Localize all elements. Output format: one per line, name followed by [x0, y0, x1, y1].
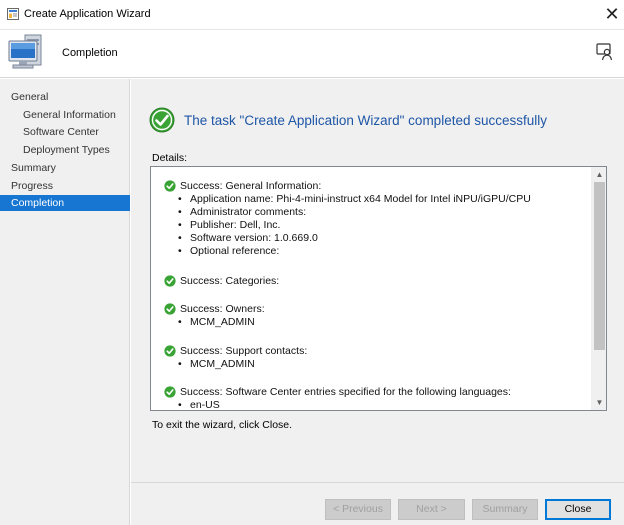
- wizard-app-icon: [7, 8, 19, 20]
- details-group: Success: Categories:: [164, 274, 584, 288]
- nav-item-deployment-types[interactable]: Deployment Types: [0, 142, 130, 158]
- title-bar: Create Application Wizard ✕: [0, 0, 624, 30]
- help-feedback-icon[interactable]: [596, 43, 614, 61]
- details-item: en-US: [178, 399, 584, 410]
- close-button[interactable]: Close: [545, 499, 611, 520]
- details-label: Details:: [152, 152, 188, 164]
- details-content: Success: General Information: Applicatio…: [151, 167, 591, 410]
- details-item: MCM_ADMIN: [178, 358, 584, 371]
- main-content: The task "Create Application Wizard" com…: [131, 79, 624, 482]
- wizard-footer: < Previous Next > Summary Close: [131, 482, 624, 525]
- details-item: MCM_ADMIN: [178, 316, 584, 329]
- previous-button[interactable]: < Previous: [325, 499, 391, 520]
- details-group-title: Success: Categories:: [180, 275, 280, 287]
- details-item: Software version: 1.0.669.0: [178, 232, 584, 245]
- nav-item-summary[interactable]: Summary: [0, 160, 130, 176]
- success-message: The task "Create Application Wizard" com…: [184, 113, 547, 128]
- page-title: Completion: [62, 47, 118, 59]
- details-item: Optional reference:: [178, 245, 584, 258]
- details-group-title: Success: General Information:: [180, 180, 322, 192]
- nav-item-progress[interactable]: Progress: [0, 178, 130, 194]
- details-item: Application name: Phi-4-mini-instruct x6…: [178, 193, 584, 206]
- details-item: Administrator comments:: [178, 206, 584, 219]
- nav-item-completion[interactable]: Completion: [0, 195, 130, 211]
- check-icon: [164, 275, 176, 287]
- summary-button[interactable]: Summary: [472, 499, 538, 520]
- wizard-navigation: General General Information Software Cen…: [0, 79, 130, 525]
- details-group: Success: Support contacts: MCM_ADMIN: [164, 344, 584, 371]
- details-group: Success: General Information: Applicatio…: [164, 179, 584, 258]
- scroll-down-arrow-icon[interactable]: ▼: [592, 395, 606, 410]
- computer-icon: [8, 34, 42, 69]
- details-textbox[interactable]: Success: General Information: Applicatio…: [150, 166, 607, 411]
- check-icon: [164, 345, 176, 357]
- scrollbar-thumb[interactable]: [594, 182, 605, 350]
- details-group-title: Success: Software Center entries specifi…: [180, 386, 511, 398]
- nav-item-general[interactable]: General: [0, 89, 130, 105]
- check-icon: [164, 386, 176, 398]
- window-title: Create Application Wizard: [24, 8, 151, 20]
- nav-item-software-center[interactable]: Software Center: [0, 124, 130, 140]
- check-icon: [164, 303, 176, 315]
- close-window-icon[interactable]: ✕: [600, 3, 624, 27]
- scroll-up-arrow-icon[interactable]: ▲: [592, 167, 606, 182]
- details-group-title: Success: Owners:: [180, 303, 265, 315]
- next-button[interactable]: Next >: [398, 499, 465, 520]
- exit-instructions: To exit the wizard, click Close.: [152, 419, 293, 431]
- details-group: Success: Owners: MCM_ADMIN: [164, 302, 584, 329]
- details-group: Success: Software Center entries specifi…: [164, 385, 584, 410]
- details-scrollbar[interactable]: ▲ ▼: [591, 167, 606, 410]
- details-item: Publisher: Dell, Inc.: [178, 219, 584, 232]
- success-check-icon: [149, 107, 175, 133]
- details-group-title: Success: Support contacts:: [180, 345, 308, 357]
- check-icon: [164, 180, 176, 192]
- nav-item-general-information[interactable]: General Information: [0, 107, 130, 123]
- wizard-header: Completion: [0, 30, 624, 78]
